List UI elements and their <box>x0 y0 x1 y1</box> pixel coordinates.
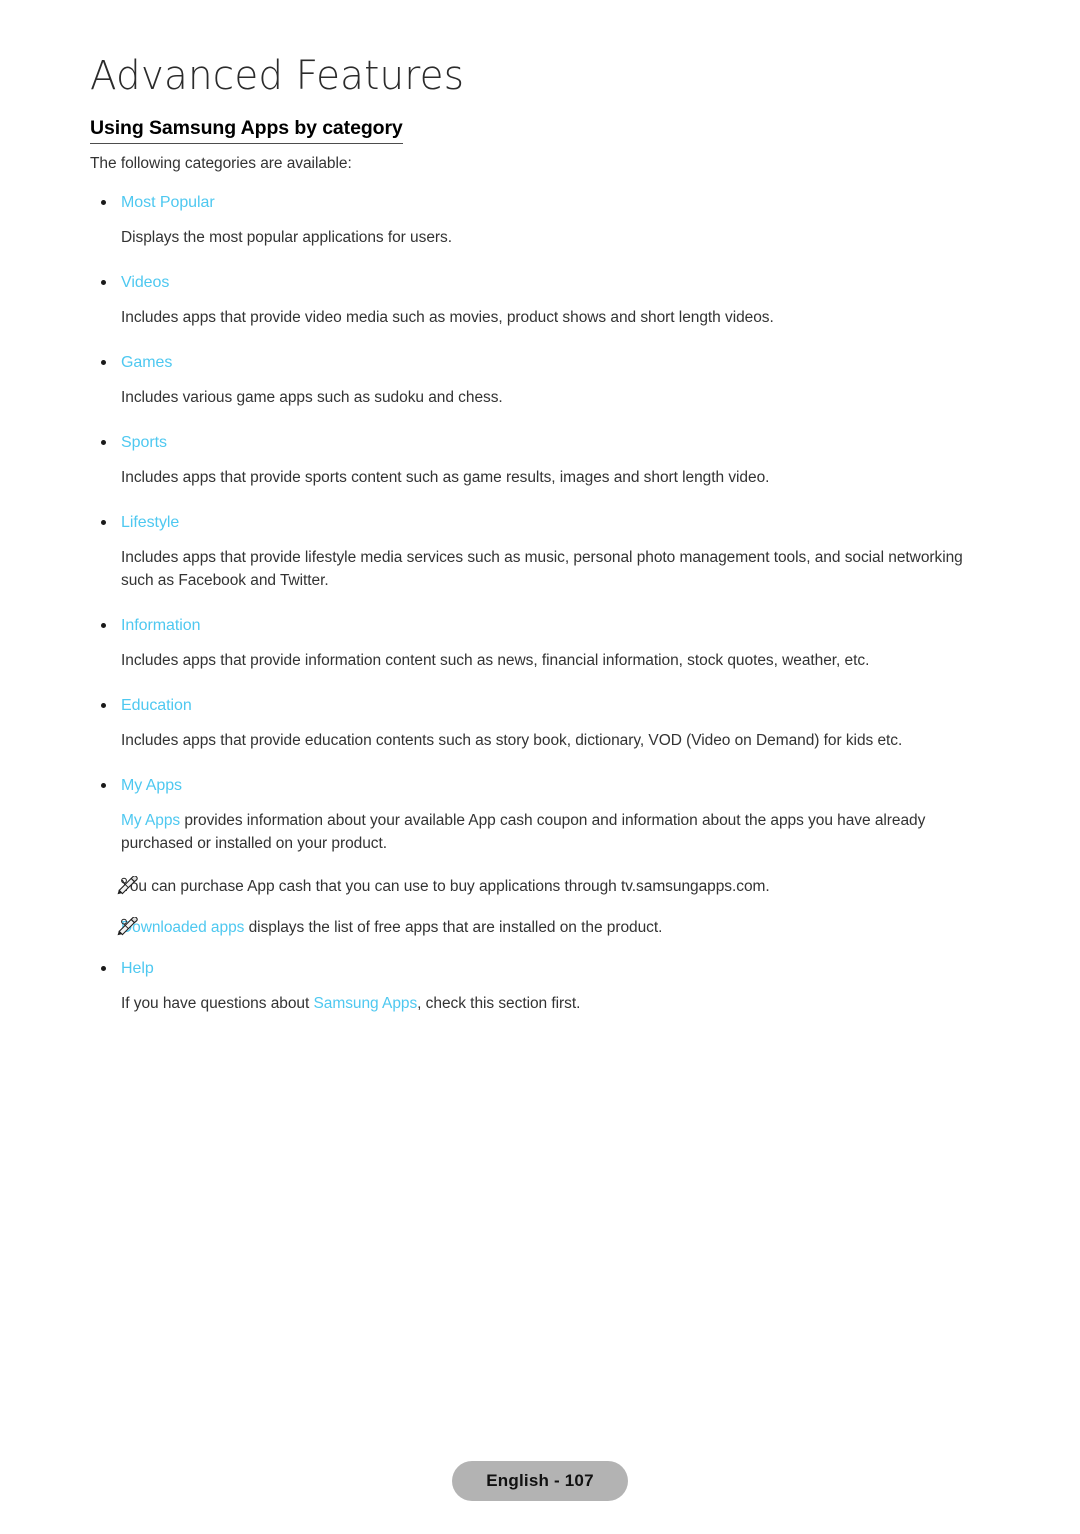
manual-page: Advanced Features Using Samsung Apps by … <box>0 0 1080 1534</box>
note-line: You can purchase App cash that you can u… <box>90 875 992 898</box>
category-term-label: Help <box>121 960 154 977</box>
bullet-dot-icon <box>101 440 106 445</box>
intro-text: The following categories are available: <box>90 155 352 172</box>
note-text: You can purchase App cash that you can u… <box>121 878 770 895</box>
category-term: Sports <box>90 431 992 455</box>
bullet-dot-icon <box>101 703 106 708</box>
note-line: Downloaded apps displays the list of fre… <box>90 916 992 939</box>
list-item: Education Includes apps that provide edu… <box>90 694 992 752</box>
footer-label: English - 107 <box>486 1471 594 1490</box>
category-term: Help <box>90 957 992 981</box>
my-apps-paragraph-rest: provides information about your availabl… <box>121 812 926 852</box>
category-term-label: Education <box>121 697 192 714</box>
pencil-note-icon <box>117 876 139 896</box>
list-item-help: Help If you have questions about Samsung… <box>90 957 992 1015</box>
category-description: Includes apps that provide video media s… <box>121 309 774 326</box>
pencil-note-icon <box>117 917 139 937</box>
category-description: Includes apps that provide lifestyle med… <box>121 549 963 589</box>
list-item: Videos Includes apps that provide video … <box>90 271 992 329</box>
help-text-after: , check this section first. <box>417 995 581 1012</box>
list-item: Games Includes various game apps such as… <box>90 351 992 409</box>
help-text-before: If you have questions about <box>121 995 314 1012</box>
category-term: Most Popular <box>90 191 992 215</box>
list-item: Information Includes apps that provide i… <box>90 614 992 672</box>
bullet-dot-icon <box>101 783 106 788</box>
chapter-title: Advanced Features <box>90 53 465 99</box>
category-term: Information <box>90 614 992 638</box>
list-item: Sports Includes apps that provide sports… <box>90 431 992 489</box>
list-item-my-apps: My Apps My Apps provides information abo… <box>90 774 992 939</box>
list-item: Lifestyle Includes apps that provide lif… <box>90 511 992 592</box>
category-description: Includes various game apps such as sudok… <box>121 389 503 406</box>
category-term: Games <box>90 351 992 375</box>
category-term: Videos <box>90 271 992 295</box>
bullet-dot-icon <box>101 200 106 205</box>
bullet-dot-icon <box>101 520 106 525</box>
category-description: Includes apps that provide sports conten… <box>121 469 770 486</box>
bullet-dot-icon <box>101 966 106 971</box>
category-term: Lifestyle <box>90 511 992 535</box>
help-inline-accent: Samsung Apps <box>313 995 418 1012</box>
category-term: Education <box>90 694 992 718</box>
category-list: Most Popular Displays the most popular a… <box>90 191 992 1015</box>
page-footer-badge: English - 107 <box>452 1461 628 1501</box>
category-term-label: Sports <box>121 434 167 451</box>
category-term-label: Most Popular <box>121 194 215 211</box>
section-heading: Using Samsung Apps by category <box>90 116 403 144</box>
help-description: If you have questions about Samsung Apps… <box>90 992 992 1015</box>
bullet-dot-icon <box>101 280 106 285</box>
my-apps-inline-accent: My Apps <box>121 812 181 829</box>
bullet-dot-icon <box>101 623 106 628</box>
page-content: Advanced Features Using Samsung Apps by … <box>90 52 992 1037</box>
bullet-dot-icon <box>101 360 106 365</box>
category-description: Includes apps that provide education con… <box>121 732 903 749</box>
category-description: Displays the most popular applications f… <box>121 229 452 246</box>
category-description: Includes apps that provide information c… <box>121 652 870 669</box>
note-text: displays the list of free apps that are … <box>244 919 663 936</box>
category-term: My Apps <box>90 774 992 798</box>
my-apps-paragraph: My Apps provides information about your … <box>90 809 992 855</box>
category-term-label: Information <box>121 617 201 634</box>
category-term-label: Lifestyle <box>121 514 180 531</box>
category-term-label: Videos <box>121 274 170 291</box>
category-term-label: Games <box>121 354 173 371</box>
note-inline-accent: Downloaded apps <box>121 919 245 936</box>
category-term-label: My Apps <box>121 777 183 794</box>
list-item: Most Popular Displays the most popular a… <box>90 191 992 249</box>
